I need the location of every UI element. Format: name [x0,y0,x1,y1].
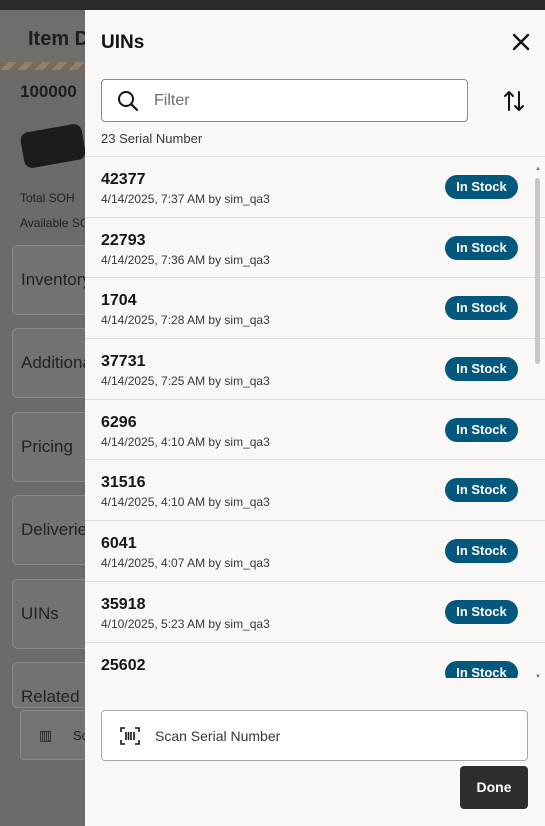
status-badge: In Stock [445,478,518,503]
product-image [19,122,87,170]
list-item[interactable]: 22793 4/14/2025, 7:36 AM by sim_qa3 In S… [85,218,545,279]
status-badge: In Stock [445,417,518,442]
sort-button[interactable] [501,88,527,114]
serial-detail: 4/14/2025, 7:28 AM by sim_qa3 [101,313,270,328]
uins-drawer: UINs 23 Serial Number 42377 4/14/2025, 7… [85,10,545,826]
serial-number: 31516 [101,474,146,492]
list-item[interactable]: 42377 4/14/2025, 7:37 AM by sim_qa3 In S… [85,157,545,218]
list-item[interactable]: 25602 In Stock [85,643,545,678]
serial-detail: 4/14/2025, 4:07 AM by sim_qa3 [101,556,270,571]
serial-detail: 4/14/2025, 7:37 AM by sim_qa3 [101,192,270,206]
close-icon [512,33,530,51]
list-item[interactable]: 6296 4/14/2025, 4:10 AM by sim_qa3 In St… [85,400,545,461]
list-item[interactable]: 35918 4/10/2025, 5:23 AM by sim_qa3 In S… [85,582,545,643]
status-badge: In Stock [445,296,518,321]
close-button[interactable] [507,28,535,56]
scroll-thumb[interactable] [535,178,540,364]
scroll-up-icon[interactable]: ▲ [535,166,541,172]
status-badge: In Stock [445,235,518,260]
search-icon [118,91,139,112]
serial-number: 6041 [101,535,137,553]
serial-detail: 4/10/2025, 5:23 AM by sim_qa3 [101,616,270,631]
uin-list[interactable]: 42377 4/14/2025, 7:37 AM by sim_qa3 In S… [85,156,545,678]
list-item[interactable]: 31516 4/14/2025, 4:10 AM by sim_qa3 In S… [85,460,545,522]
barcode-icon: ▥ [39,727,53,743]
drawer-title: UINs [101,32,145,53]
scroll-down-icon[interactable]: ▼ [535,674,541,680]
serial-detail: 4/14/2025, 7:25 AM by sim_qa3 [101,374,270,389]
serial-number: 42377 [101,171,146,188]
serial-detail: 4/14/2025, 4:10 AM by sim_qa3 [101,495,270,510]
serial-number: 22793 [101,231,146,249]
list-item[interactable]: 6041 4/14/2025, 4:07 AM by sim_qa3 In St… [85,521,545,582]
list-scrollbar[interactable]: ▲ ▼ [534,166,541,684]
serial-number: 6296 [101,413,137,431]
total-soh-label: Total SOH [20,191,75,205]
serial-count-label: 23 Serial Number [101,131,203,146]
serial-number: 1704 [101,292,137,310]
filter-field[interactable] [101,79,468,122]
background-item-number: 100000 [20,82,77,101]
list-item[interactable]: 1704 4/14/2025, 7:28 AM by sim_qa3 In St… [85,278,545,340]
serial-number: 35918 [101,595,146,613]
available-soh-label: Available SO [20,216,90,230]
done-button[interactable]: Done [460,766,528,809]
serial-detail: 4/14/2025, 4:10 AM by sim_qa3 [101,434,270,449]
status-badge: In Stock [445,175,518,199]
status-badge: In Stock [445,357,518,382]
barcode-icon [120,727,140,745]
filter-input[interactable] [154,88,454,114]
status-badge: In Stock [445,539,518,564]
scan-button-label: Scan Serial Number [155,728,281,744]
serial-number: 37731 [101,353,146,371]
top-bar [0,0,545,10]
list-item[interactable]: 37731 4/14/2025, 7:25 AM by sim_qa3 In S… [85,339,545,400]
status-badge: In Stock [445,660,518,678]
scan-serial-number-button[interactable]: Scan Serial Number [101,710,528,761]
sort-icon [504,91,524,111]
serial-detail: 4/14/2025, 7:36 AM by sim_qa3 [101,252,270,267]
serial-number: 25602 [101,656,146,674]
background-page-title: Item D [28,28,90,50]
status-badge: In Stock [445,599,518,624]
